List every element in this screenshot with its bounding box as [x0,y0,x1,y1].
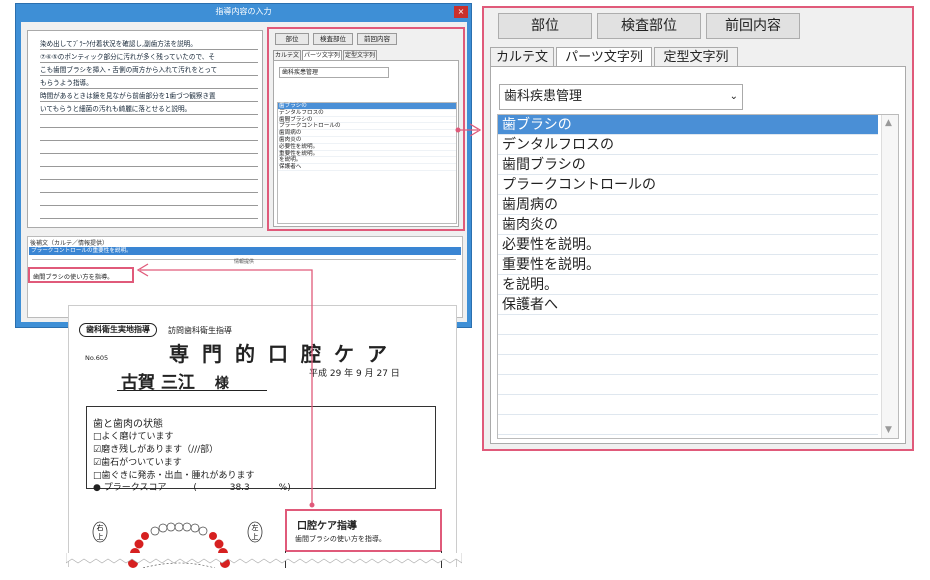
list-item[interactable]: プラークコントロールの [498,175,878,195]
status-line: □よく磨けています [93,432,174,442]
list-item[interactable]: デンタルフロスの [498,135,878,155]
memo-line: いてもらうと細菌の汚れも綺麗に落とせると説明。 [40,104,258,116]
memo-line: 時間があるときは鏡を見ながら前歯部分を1歯づつ観察き置 [40,91,258,103]
form-type-label: 歯科衛生実地指導 [79,323,157,337]
site-button[interactable]: 部位 [498,13,592,39]
memo-area[interactable]: 染め出してﾌﾞﾗｰｸ付着状況を確認し,副歯方法を説明。 ⑦⑥⑤のポンティック部分… [27,30,263,228]
info-divider: 情報提供 [32,259,456,265]
memo-blank-line [40,130,258,142]
status-line: ☑歯石がついています [93,458,182,468]
previous-content-button-small[interactable]: 前回内容 [357,33,397,45]
list-item[interactable]: を説明。 [278,157,456,165]
supplement-header: 後補文（カルテ／情報提供） [30,240,109,247]
list-scrollbar[interactable]: ▲ ▼ [881,115,898,438]
oral-care-guidance-box: 口腔ケア指導 歯間ブラシの使い方を指導。 [285,509,442,552]
list-item[interactable]: 必要性を説明。 [278,144,456,151]
highlight-box: 歯間ブラシの使い方を指導。 [28,267,134,283]
memo-blank-line [40,208,258,220]
empty-row [498,375,878,395]
exam-site-button-small[interactable]: 検査部位 [313,33,353,45]
form-date: 平成 29 年 9 月 27 日 [309,369,400,379]
list-item[interactable]: 歯ブラシの [278,103,456,110]
input-dialog: 指導内容の入力 × 染め出してﾌﾞﾗｰｸ付着状況を確認し,副歯方法を説明。 ⑦⑥… [15,3,472,328]
form-number: No.605 [85,354,109,362]
memo-blank-line [40,169,258,181]
scroll-up-icon[interactable]: ▲ [885,118,892,128]
list-item[interactable]: 保護者へ [498,295,878,315]
previous-content-button[interactable]: 前回内容 [706,13,800,39]
supplement-selected-line[interactable]: プラークコントロールの重要性を説明。 [29,247,461,255]
chevron-down-icon: ⌄ [729,91,738,102]
scroll-down-icon[interactable]: ▼ [885,425,892,435]
dropdown-value: 歯科疾患管理 [504,89,583,104]
list-item[interactable]: 必要性を説明。 [498,235,878,255]
empty-row [498,355,878,375]
memo-blank-line [40,117,258,129]
memo-line: こも歯間ブラシを挿入・舌側の両方から入れて汚れをとって [40,65,258,77]
plaque-unit: %) [278,483,291,493]
list-item[interactable]: 重要性を説明。 [498,255,878,275]
small-parts-panel: 部位 検査部位 前回内容 カルテ文 パーツ文字列 定型文字列 歯科疾患管理 歯ブ… [267,27,465,231]
memo-blank-line [40,195,258,207]
right-label-bottom: 上 [97,532,104,541]
memo-line: 染め出してﾌﾞﾗｰｸ付着状況を確認し,副歯方法を説明。 [40,39,258,51]
list-item[interactable]: 保護者へ [278,164,456,171]
list-item[interactable]: 歯ブラシの [498,115,878,135]
plaque-open: ( [193,483,197,493]
list-item[interactable]: を説明。 [498,275,878,295]
tab-parts-string[interactable]: パーツ文字列 [556,47,652,67]
care-text: 歯間ブラシの使い方を指導。 [295,535,386,543]
tab-chart-text[interactable]: カルテ文 [490,47,554,67]
list-item[interactable]: 歯肉炎の [278,137,456,144]
form-title: 専門的口腔ケア [169,342,400,366]
phrase-list[interactable]: 歯ブラシの デンタルフロスの 歯間ブラシの プラークコントロールの 歯周病の 歯… [497,114,899,439]
small-tab-content: 歯科疾患管理 歯ブラシの デンタルフロスの 歯間ブラシの プラークコントロールの… [273,60,459,227]
exam-site-button[interactable]: 検査部位 [597,13,701,39]
printed-form: 歯科衛生実地指導 訪問歯科衛生指導 専門的口腔ケア No.605 古賀 三江 様… [68,305,457,568]
info-text: 歯間ブラシの使い方を指導。 [33,274,114,281]
list-item[interactable]: デンタルフロスの [278,110,456,117]
plaque-label: ● プラークスコア [93,483,167,493]
memo-blank-line [40,182,258,194]
torn-edge [66,553,462,564]
right-label-top: 右 [97,523,104,532]
tab-content: 歯科疾患管理 ⌄ 歯ブラシの デンタルフロスの 歯間ブラシの プラークコントロー… [490,66,906,444]
list-item[interactable]: 歯周病の [278,130,456,137]
memo-line: ⑦⑥⑤のポンティック部分に汚れが多く残っていたので、そ [40,52,258,64]
list-item[interactable]: 歯間ブラシの [498,155,878,175]
care-title: 口腔ケア指導 [297,521,357,532]
form-subtitle: 訪問歯科衛生指導 [168,326,232,335]
status-line: ☑磨き残しがあります（///部） [93,445,219,455]
site-button-small[interactable]: 部位 [275,33,309,45]
category-dropdown-small[interactable]: 歯科疾患管理 [279,67,389,78]
list-item[interactable]: プラークコントロールの [278,123,456,131]
list-item[interactable]: 重要性を説明。 [278,151,456,158]
empty-row [498,315,878,335]
list-item[interactable]: 歯肉炎の [498,215,878,235]
empty-row [498,335,878,355]
list-item[interactable]: 歯周病の [498,195,878,215]
empty-row [498,415,878,435]
category-dropdown[interactable]: 歯科疾患管理 ⌄ [499,84,743,110]
enlarged-parts-panel: 部位 検査部位 前回内容 カルテ文 パーツ文字列 定型文字列 歯科疾患管理 ⌄ … [482,6,914,451]
tab-template-string[interactable]: 定型文字列 [654,47,738,67]
dialog-title: 指導内容の入力 [215,7,272,16]
dialog-body: 染め出してﾌﾞﾗｰｸ付着状況を確認し,副歯方法を説明。 ⑦⑥⑤のポンティック部分… [21,22,467,322]
left-label-top: 左 [252,523,259,532]
tooth-status-box: 歯と歯肉の状態 □よく磨けています ☑磨き残しがあります（///部） ☑歯石がつ… [86,406,436,493]
plaque-score: 38.3 [229,483,250,493]
status-heading: 歯と歯肉の状態 [93,419,163,430]
memo-line: もらうよう指導。 [40,78,258,90]
close-icon[interactable]: × [454,6,468,18]
empty-row [498,395,878,415]
plaque-score-line: ● プラークスコア ( 38.3 %) [93,480,291,493]
name-underline [117,390,267,391]
memo-blank-line [40,143,258,155]
phrase-list-small[interactable]: 歯ブラシの デンタルフロスの 歯間ブラシの プラークコントロールの 歯周病の 歯… [277,102,457,224]
memo-blank-line [40,156,258,168]
left-label-bottom: 上 [252,532,259,541]
